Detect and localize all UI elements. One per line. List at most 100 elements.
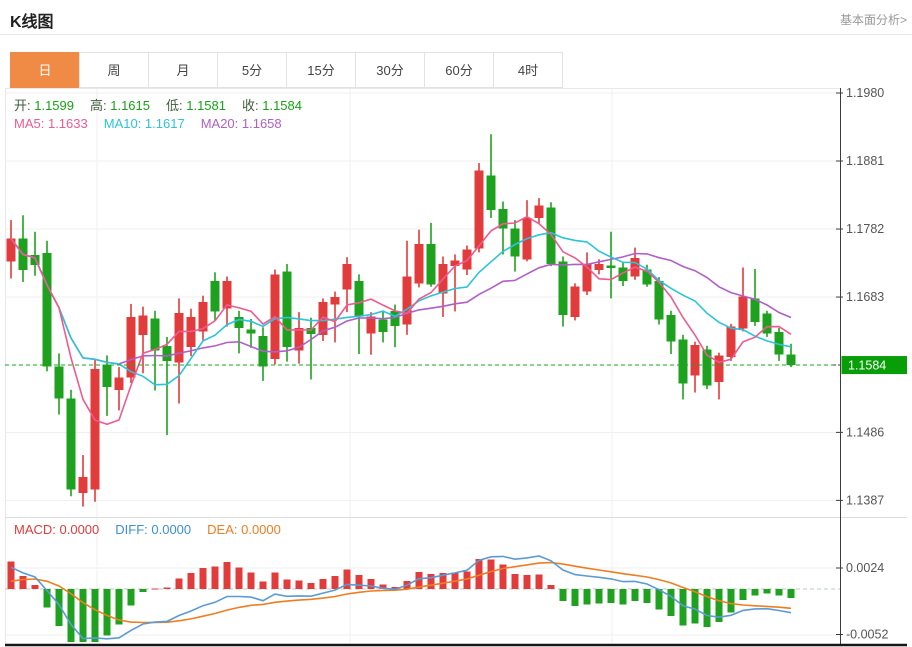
macd-histogram-bar (536, 575, 543, 589)
macd-histogram-bar (8, 561, 15, 589)
candle-down (667, 315, 676, 342)
macd-histogram-bar (20, 576, 27, 589)
macd-histogram-bar (152, 588, 159, 589)
macd-histogram-bar (488, 560, 495, 589)
macd-histogram-bar (248, 573, 255, 589)
macd-histogram-bar (704, 589, 711, 627)
macd-histogram-bar (308, 583, 315, 589)
candle-up (571, 287, 580, 317)
candle-down (247, 329, 256, 333)
axis-tick-label: 1.1881 (846, 154, 884, 168)
macd-histogram-bar (728, 589, 735, 612)
candle-up (595, 264, 604, 270)
macd-histogram-bar (356, 575, 363, 589)
macd-histogram-bar (80, 589, 87, 642)
candle-up (403, 276, 412, 324)
current-price-tag-label: 1.1584 (848, 359, 886, 373)
macd-histogram-bar (584, 589, 591, 605)
macd-histogram-bar (668, 589, 675, 616)
candle-up (79, 477, 88, 493)
info-item: 收: 1.1584 (242, 98, 302, 113)
macd-histogram-bar (776, 589, 783, 596)
info-item: 开: 1.1599 (14, 98, 74, 113)
info-item: DIFF: 0.0000 (115, 522, 191, 537)
candle-down (379, 320, 388, 332)
ohlc-info-row: 开: 1.1599 高: 1.1615 低: 1.1581 收: 1.1584 (14, 95, 318, 114)
macd-histogram-bar (320, 579, 327, 589)
candle-up (727, 327, 736, 357)
macd-histogram-bar (692, 589, 699, 624)
axis-tick-label: 1.1980 (846, 86, 884, 100)
candle-down (43, 253, 52, 366)
axis-tick-label: -0.0052 (846, 628, 888, 642)
candle-up (91, 369, 100, 489)
candle-up (415, 244, 424, 283)
candle-up (691, 345, 700, 375)
candle-up (715, 355, 724, 382)
macd-histogram-bar (788, 589, 795, 598)
macd-histogram-bar (284, 579, 291, 589)
info-item: 高: 1.1615 (90, 98, 150, 113)
macd-histogram-bar (428, 574, 435, 589)
info-item: MA10: 1.1617 (104, 116, 185, 131)
macd-histogram-bar (296, 581, 303, 589)
kline-page: { "header": { "title": "K线图", "analysis_… (0, 0, 912, 647)
macd-histogram-bar (128, 589, 135, 606)
macd-histogram-bar (140, 589, 147, 592)
candle-up (739, 296, 748, 328)
macd-histogram-bar (332, 576, 339, 589)
candle-down (211, 281, 220, 311)
macd-histogram-bar (632, 589, 639, 601)
macd-histogram-bar (236, 567, 243, 589)
info-item: MACD: 0.0000 (14, 522, 99, 537)
macd-histogram-bar (740, 589, 747, 600)
macd-histogram-bar (620, 589, 627, 605)
macd-histogram-bar (368, 579, 375, 589)
candle-down (427, 244, 436, 285)
macd-histogram-bar (764, 589, 771, 594)
axis-tick-label: 0.0024 (846, 561, 884, 575)
macd-histogram-bar (200, 568, 207, 589)
candle-up (535, 206, 544, 218)
macd-histogram-bar (164, 587, 171, 589)
macd-info-row: MACD: 0.0000DIFF: 0.0000DEA: 0.0000 (14, 522, 297, 537)
candle-up (331, 297, 340, 305)
macd-histogram-bar (212, 567, 219, 589)
info-item: 低: 1.1581 (166, 98, 226, 113)
macd-histogram-bar (92, 589, 99, 642)
macd-histogram-bar (608, 589, 615, 603)
macd-histogram-bar (188, 573, 195, 589)
candle-up (115, 377, 124, 389)
candle-down (163, 346, 172, 361)
macd-histogram-bar (512, 574, 519, 589)
macd-histogram-bar (752, 589, 759, 595)
candle-down (55, 366, 64, 398)
macd-histogram-bar (524, 575, 531, 589)
candle-up (139, 316, 148, 335)
macd-histogram-bar (104, 589, 111, 635)
candle-down (751, 298, 760, 321)
candle-down (607, 265, 616, 268)
candle-up (127, 317, 136, 377)
candle-down (151, 318, 160, 350)
candle-down (67, 399, 76, 490)
macd-histogram-bar (176, 578, 183, 589)
candle-up (175, 313, 184, 362)
macd-histogram-bar (260, 582, 267, 589)
info-item: MA20: 1.1658 (201, 116, 282, 131)
candle-down (283, 272, 292, 348)
macd-histogram-bar (560, 589, 567, 601)
macd-histogram-bar (596, 589, 603, 604)
macd-histogram-bar (644, 589, 651, 603)
candle-down (355, 281, 364, 316)
candle-down (235, 317, 244, 328)
candle-down (559, 261, 568, 315)
macd-histogram-bar (68, 589, 75, 642)
macd-histogram-bar (224, 562, 231, 589)
axis-tick-label: 1.1683 (846, 290, 884, 304)
macd-histogram-bar (572, 589, 579, 606)
candle-down (679, 340, 688, 384)
axis-tick-label: 1.1486 (846, 425, 884, 439)
ma-info-row: MA5: 1.1633MA10: 1.1617MA20: 1.1658 (14, 116, 298, 131)
macd-histogram-bar (656, 589, 663, 609)
